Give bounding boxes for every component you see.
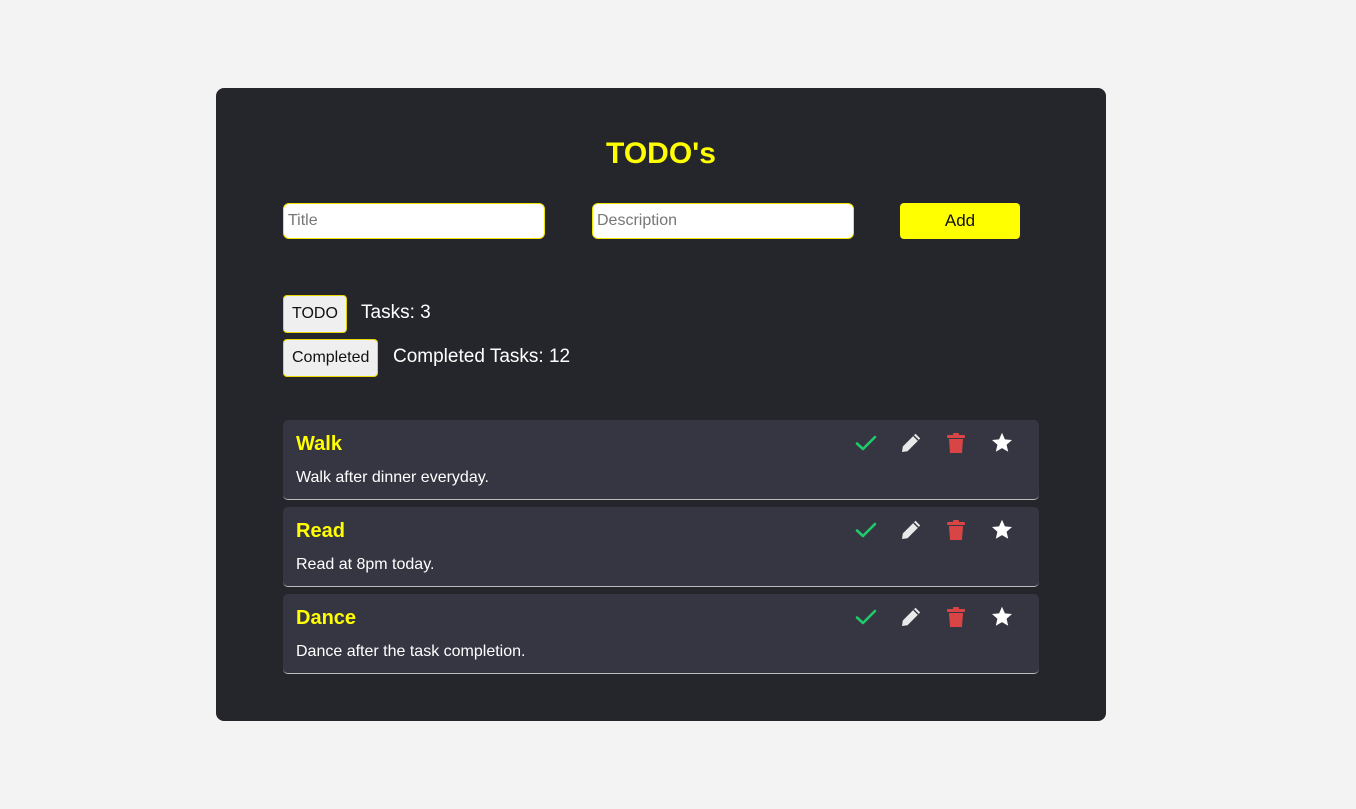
pencil-icon[interactable]: [899, 518, 923, 542]
check-icon[interactable]: [854, 518, 878, 542]
description-input[interactable]: [592, 203, 854, 239]
task-title: Read: [296, 520, 345, 542]
trash-icon[interactable]: [944, 605, 968, 629]
star-icon[interactable]: [990, 431, 1014, 455]
task-title: Walk: [296, 433, 342, 455]
star-icon[interactable]: [990, 518, 1014, 542]
check-icon[interactable]: [854, 605, 878, 629]
add-button[interactable]: Add: [900, 203, 1020, 239]
task-title: Dance: [296, 607, 357, 629]
task-item: Read Read at 8pm today.: [283, 507, 1039, 587]
completed-count: Completed Tasks: 12: [393, 346, 571, 367]
pencil-icon[interactable]: [899, 605, 923, 629]
task-item: Dance Dance after the task completion.: [283, 594, 1039, 674]
todo-filter-button[interactable]: TODO: [283, 295, 347, 333]
trash-icon[interactable]: [944, 518, 968, 542]
title-input[interactable]: [283, 203, 545, 239]
check-icon[interactable]: [854, 431, 878, 455]
page-title: TODO's: [606, 137, 716, 170]
task-description: Read at 8pm today.: [296, 556, 435, 573]
task-item: Walk Walk after dinner everyday.: [283, 420, 1039, 500]
todo-count: Tasks: 3: [361, 302, 431, 323]
completed-filter-button[interactable]: Completed: [283, 339, 379, 377]
pencil-icon[interactable]: [899, 431, 923, 455]
task-description: Walk after dinner everyday.: [296, 469, 489, 486]
task-description: Dance after the task completion.: [296, 643, 526, 660]
trash-icon[interactable]: [944, 431, 968, 455]
star-icon[interactable]: [990, 605, 1014, 629]
